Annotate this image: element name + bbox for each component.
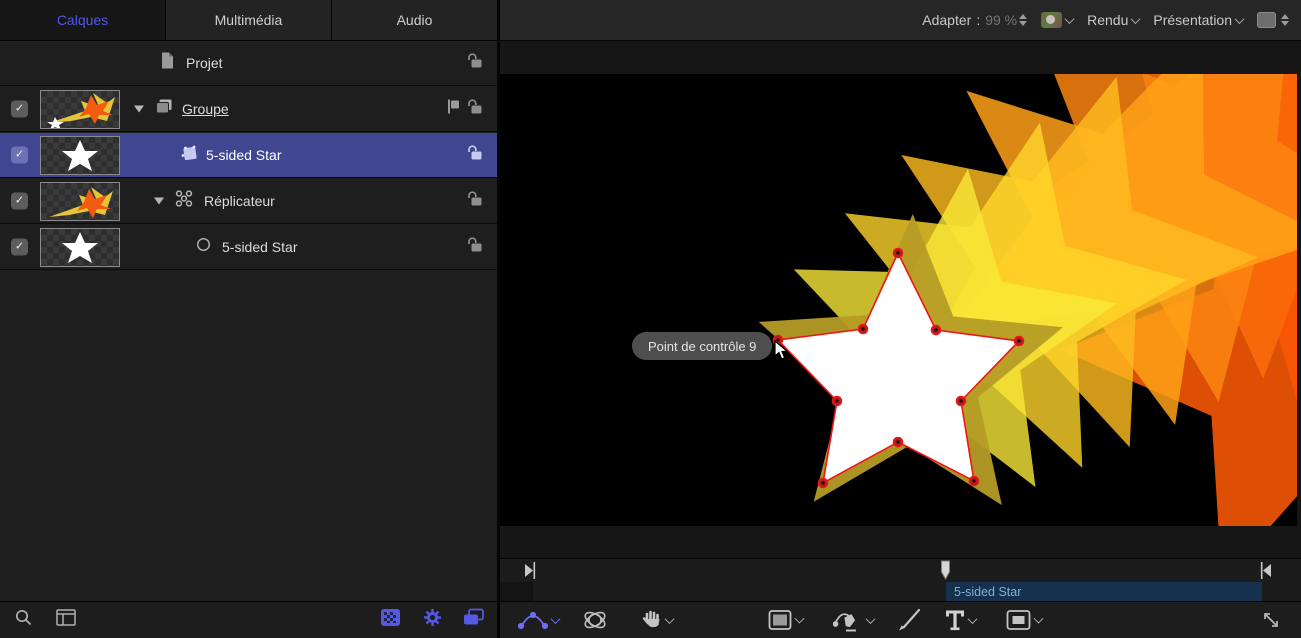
- timeline-clip-bar[interactable]: 5-sided Star: [946, 582, 1262, 601]
- visibility-checkbox[interactable]: ✓: [11, 147, 28, 164]
- layer-label-star-cell: 5-sided Star: [222, 239, 297, 255]
- chevron-down-icon: [1034, 614, 1044, 624]
- layer-thumbnail[interactable]: [40, 136, 120, 175]
- viewer-pane: Adapter : 99 % Rendu Présentation: [500, 0, 1301, 638]
- zoom-stepper-icon[interactable]: [1019, 14, 1027, 26]
- panel-tabbar: Calques Multimédia Audio: [0, 0, 497, 41]
- chevron-down-icon: [1131, 14, 1141, 24]
- layer-row-project[interactable]: Projet: [0, 41, 497, 86]
- timeline-clip-label: 5-sided Star: [954, 585, 1021, 599]
- text-tool[interactable]: [945, 609, 976, 631]
- window-layout-control[interactable]: [1257, 12, 1289, 28]
- zoom-value: 99 %: [985, 12, 1017, 28]
- bezier-pen-tool[interactable]: [833, 608, 874, 632]
- tab-audio[interactable]: Audio: [332, 0, 497, 40]
- tab-calques-label: Calques: [57, 12, 108, 28]
- layer-label-star-shape: 5-sided Star: [206, 147, 281, 163]
- replicated-stars-graphic[interactable]: [500, 74, 1297, 526]
- window-layout-icon: [1257, 12, 1276, 28]
- zoom-fit-label: Adapter: [922, 12, 971, 28]
- layer-thumbnail[interactable]: [40, 90, 120, 129]
- zoom-level-control[interactable]: Adapter : 99 %: [922, 12, 1027, 28]
- visibility-checkbox[interactable]: ✓: [11, 101, 28, 118]
- layout-stepper-icon: [1281, 14, 1289, 26]
- hand-tool[interactable]: [640, 608, 673, 632]
- layer-thumbnail[interactable]: [40, 228, 120, 267]
- layer-thumbnail[interactable]: [40, 182, 120, 221]
- chevron-down-icon: [866, 614, 876, 624]
- flag-icon[interactable]: [446, 99, 461, 120]
- view-popup[interactable]: Présentation: [1153, 12, 1243, 28]
- view-label: Présentation: [1153, 12, 1232, 28]
- layer-label-project: Projet: [186, 55, 223, 71]
- channels-popup[interactable]: [1041, 12, 1073, 28]
- lock-icon[interactable]: [466, 99, 483, 119]
- disclosure-triangle[interactable]: [154, 198, 164, 205]
- replicator-icon: [175, 190, 193, 213]
- lock-icon[interactable]: [466, 191, 483, 211]
- layer-label-groupe: Groupe: [182, 101, 229, 117]
- edit-points-tool[interactable]: [518, 609, 559, 631]
- layer-row-groupe[interactable]: ✓ Groupe: [0, 87, 497, 132]
- chevron-down-icon: [1235, 14, 1245, 24]
- mouse-cursor-icon: [774, 340, 789, 366]
- project-canvas[interactable]: Point de contrôle 9: [500, 74, 1297, 526]
- chevron-down-icon: [1065, 14, 1075, 24]
- chevron-down-icon: [795, 614, 805, 624]
- group-icon: [155, 99, 173, 120]
- paint-stroke-tool[interactable]: [896, 607, 922, 633]
- track-leading-gap: [500, 582, 533, 601]
- gear-icon[interactable]: [423, 608, 442, 632]
- layer-row-replicateur[interactable]: ✓ Réplicateur: [0, 179, 497, 224]
- lock-icon[interactable]: [466, 145, 483, 165]
- layers-panel-footer: [0, 601, 497, 638]
- chevron-down-icon: [968, 614, 978, 624]
- mini-timeline-track[interactable]: 5-sided Star: [500, 582, 1301, 601]
- canvas-toolbar: [500, 601, 1301, 638]
- control-point-tooltip: Point de contrôle 9: [632, 332, 772, 360]
- viewer-toolbar: Adapter : 99 % Rendu Présentation: [500, 0, 1301, 41]
- transform-3d-tool[interactable]: [582, 607, 608, 633]
- document-icon: [160, 52, 175, 75]
- replicator-cell-icon: [196, 237, 211, 257]
- shape-icon: [179, 144, 199, 167]
- visibility-checkbox[interactable]: ✓: [11, 239, 28, 256]
- chevron-down-icon: [551, 614, 561, 624]
- tab-calques[interactable]: Calques: [0, 0, 166, 40]
- tab-multimedia[interactable]: Multimédia: [166, 0, 332, 40]
- channels-swatch-icon: [1041, 12, 1062, 28]
- disclosure-triangle[interactable]: [134, 106, 144, 113]
- layout-columns-icon[interactable]: [56, 609, 76, 631]
- layers-panel: Calques Multimédia Audio Projet ✓: [0, 0, 497, 638]
- chevron-down-icon: [665, 614, 675, 624]
- render-label: Rendu: [1087, 12, 1128, 28]
- layers-stack-icon[interactable]: [463, 609, 485, 632]
- canvas-pane: Point de contrôle 9: [500, 41, 1301, 558]
- visibility-checkbox[interactable]: ✓: [11, 193, 28, 210]
- out-point-marker[interactable]: [1259, 562, 1272, 584]
- search-icon[interactable]: [14, 608, 33, 632]
- mask-tool[interactable]: [1006, 610, 1042, 631]
- in-point-marker[interactable]: [524, 562, 537, 584]
- tab-audio-label: Audio: [397, 12, 433, 28]
- layer-row-star-cell[interactable]: ✓ 5-sided Star: [0, 225, 497, 270]
- motion-window: Calques Multimédia Audio Projet ✓: [0, 0, 1301, 638]
- expand-timing-icon[interactable]: [1260, 609, 1282, 631]
- lock-icon[interactable]: [466, 53, 483, 73]
- tab-multimedia-label: Multimédia: [215, 12, 283, 28]
- mini-timeline-ruler[interactable]: [500, 558, 1301, 582]
- layer-row-star-shape[interactable]: ✓ 5-sided Star: [0, 133, 497, 178]
- layer-label-replicateur: Réplicateur: [204, 193, 275, 209]
- checkerboard-toggle-icon[interactable]: [381, 609, 400, 631]
- rectangle-tool[interactable]: [768, 610, 803, 631]
- zoom-separator: :: [976, 12, 980, 28]
- control-point-tooltip-label: Point de contrôle 9: [648, 339, 756, 354]
- lock-icon[interactable]: [466, 237, 483, 257]
- render-popup[interactable]: Rendu: [1087, 12, 1139, 28]
